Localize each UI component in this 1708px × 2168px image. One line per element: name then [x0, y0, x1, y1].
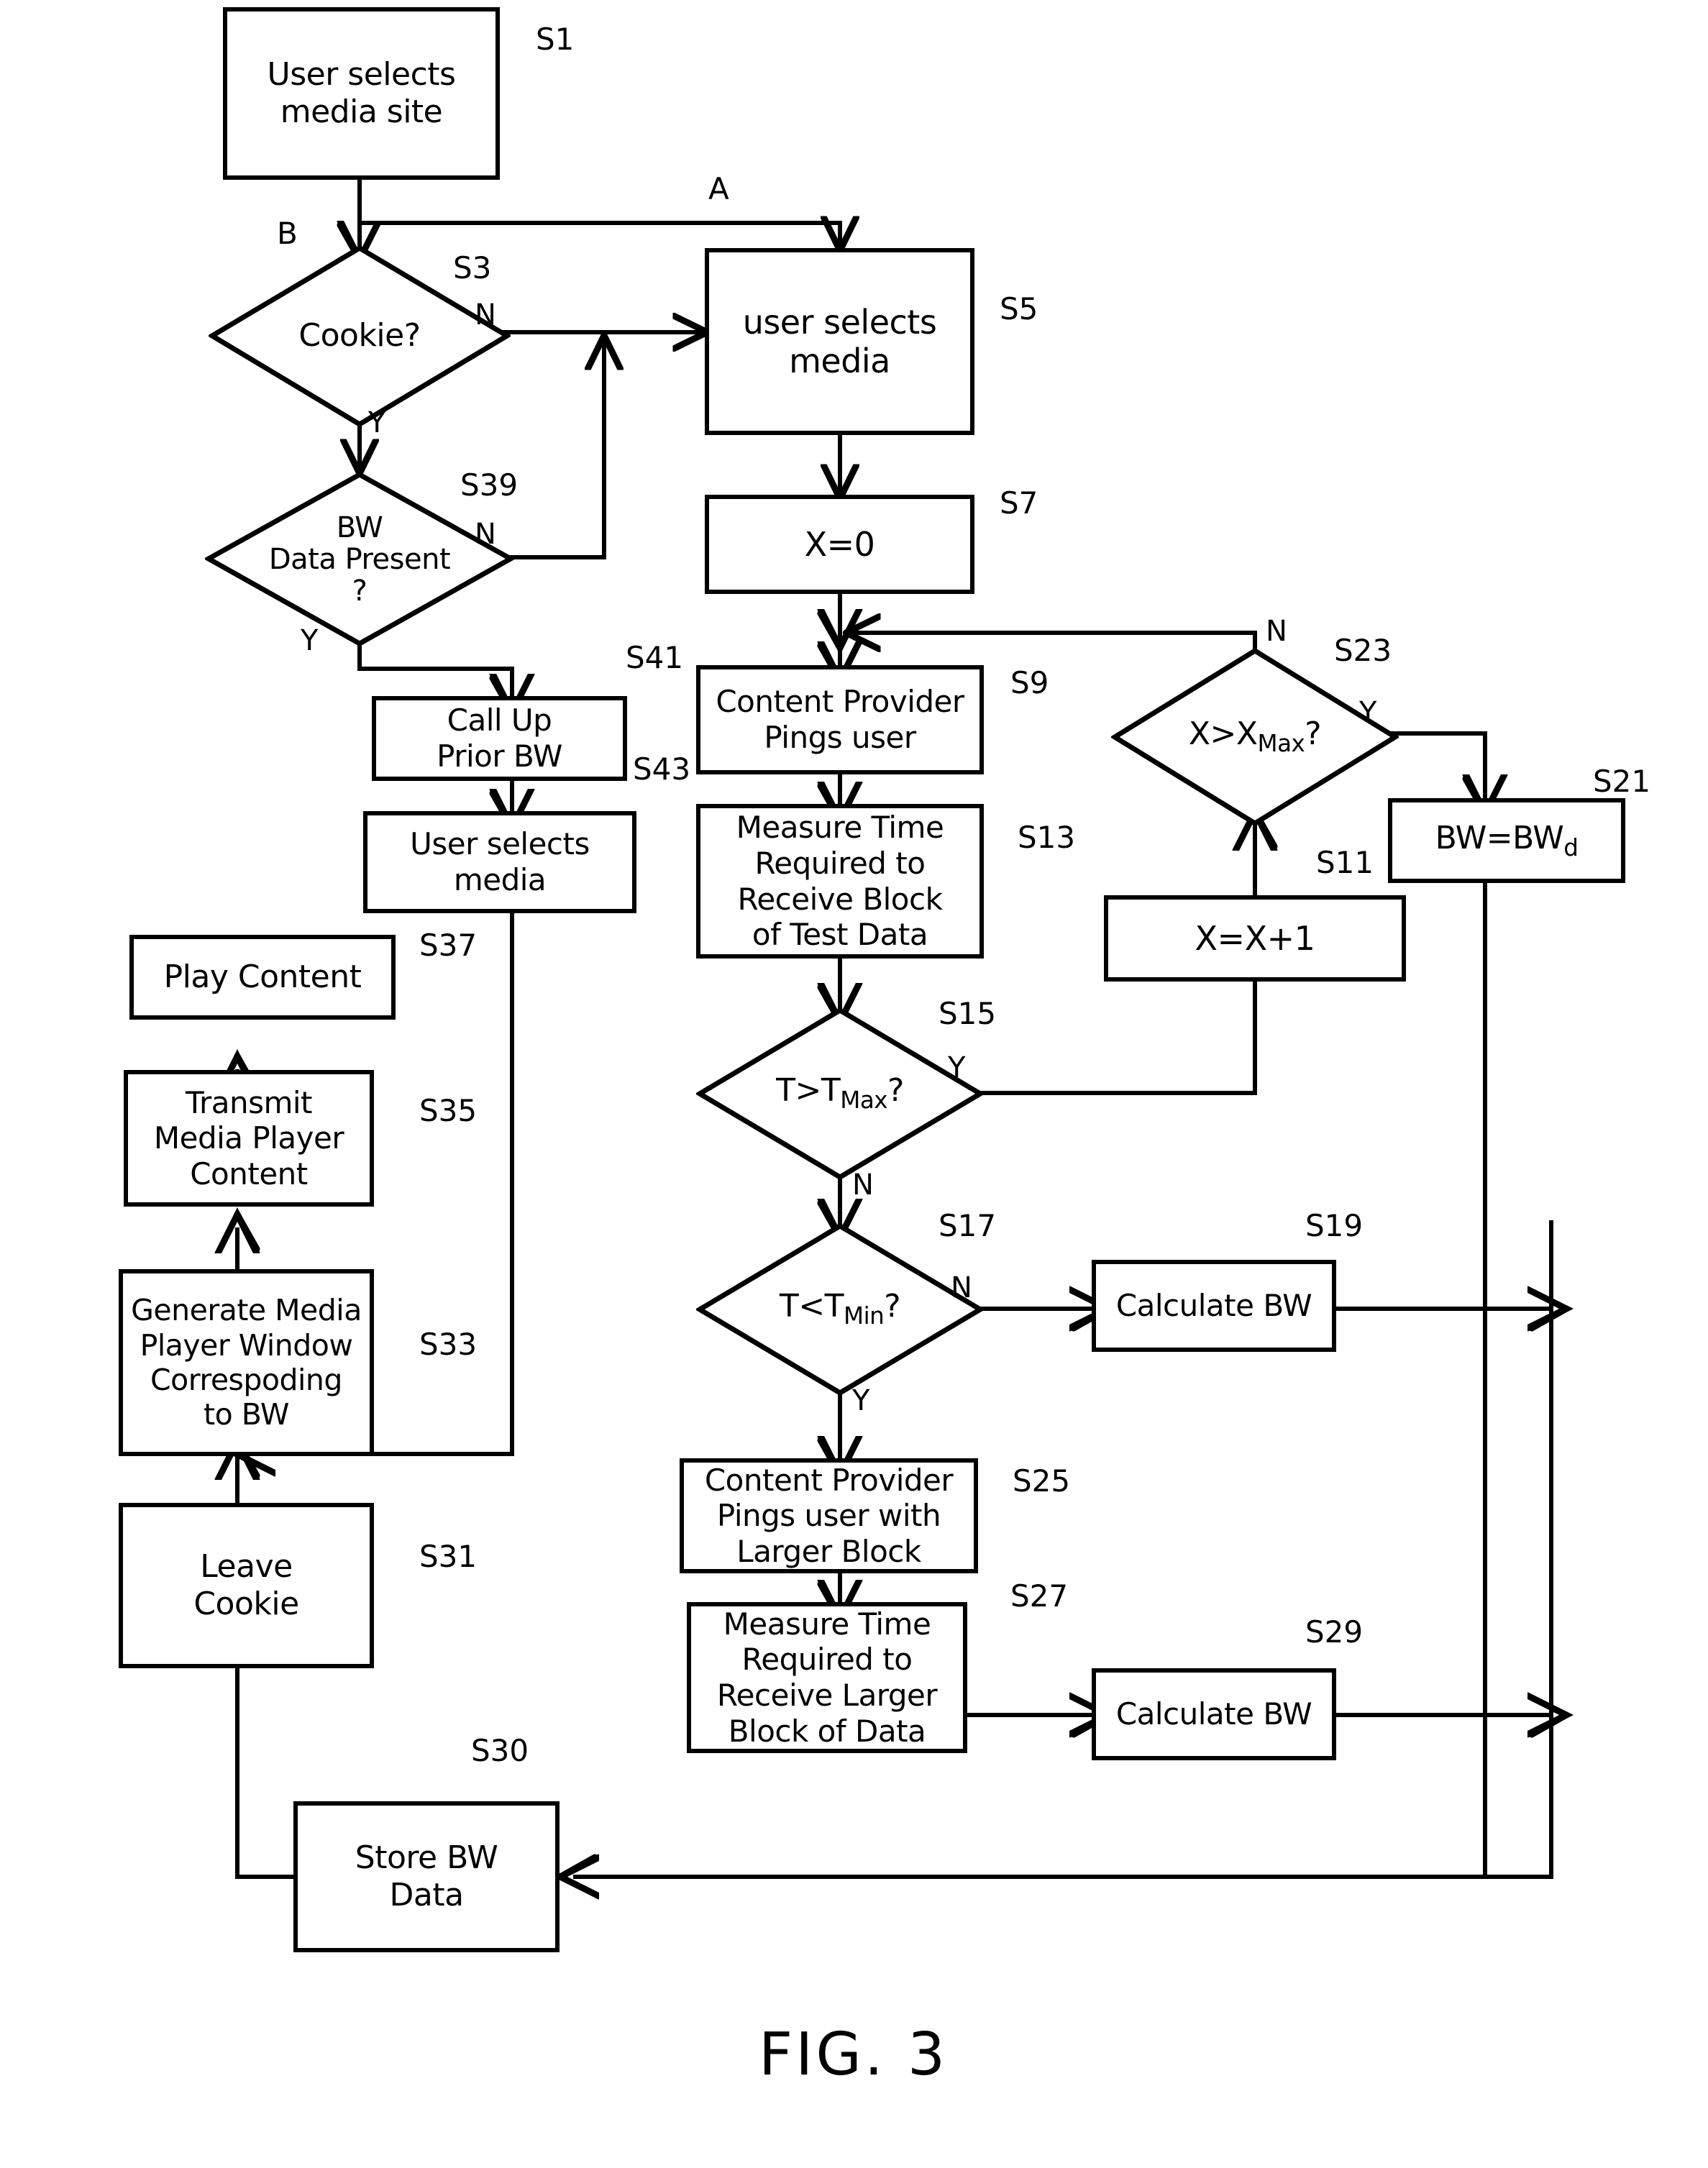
branch-label-S39-yes: Y	[301, 624, 319, 657]
ref-S37: S37	[419, 928, 478, 963]
ref-S9: S9	[1010, 665, 1049, 700]
node-S30-label: Store BW Data	[355, 1839, 498, 1913]
ref-S25: S25	[1013, 1463, 1071, 1499]
figure-canvas: User selects media site S1 Cookie? S3 BW…	[0, 0, 1708, 2168]
node-S27-label: Measure Time Required to Receive Larger …	[716, 1606, 938, 1749]
node-S33: Generate Media Player Window Correspodin…	[119, 1269, 374, 1456]
figure-caption: FIG. 3	[759, 2021, 949, 2089]
node-S31-label: Leave Cookie	[193, 1548, 299, 1622]
branch-label-S15-no: N	[852, 1168, 874, 1202]
node-S15: T>TMax?	[696, 1007, 984, 1181]
ref-S15: S15	[939, 996, 997, 1031]
node-S29-label: Calculate BW	[1115, 1696, 1312, 1732]
ref-S3: S3	[453, 250, 492, 285]
ref-S29: S29	[1305, 1614, 1364, 1650]
node-S27: Measure Time Required to Receive Larger …	[687, 1602, 967, 1753]
node-S1: User selects media site	[223, 7, 500, 180]
node-S17-label: T<TMin?	[779, 1288, 901, 1330]
node-S5: user selects media	[705, 248, 974, 435]
node-S31: Leave Cookie	[119, 1503, 374, 1668]
node-S30: Store BW Data	[293, 1801, 560, 1952]
node-S21: BW=BWd	[1388, 798, 1625, 883]
node-S43: User selects media	[363, 811, 636, 913]
node-S3-label: Cookie?	[298, 317, 421, 355]
ref-S1: S1	[536, 22, 575, 57]
branch-label-S17-yes: Y	[852, 1384, 870, 1417]
ref-S5: S5	[1000, 291, 1038, 326]
ref-S39: S39	[460, 467, 519, 503]
ref-S19: S19	[1305, 1208, 1364, 1243]
ref-S43: S43	[633, 751, 691, 787]
node-S11: X=X+1	[1104, 895, 1406, 982]
node-S37-label: Play Content	[163, 959, 362, 996]
node-S19-label: Calculate BW	[1115, 1288, 1312, 1324]
node-S43-label: User selects media	[410, 826, 590, 897]
branch-label-S3-yes: Y	[368, 406, 386, 439]
node-S13: Measure Time Required to Receive Block o…	[696, 804, 984, 959]
branch-label-S23-yes: Y	[1359, 696, 1377, 729]
node-S23-label: X>XMax?	[1188, 715, 1322, 757]
node-S9: Content Provider Pings user	[696, 665, 984, 774]
node-S13-label: Measure Time Required to Receive Block o…	[736, 810, 944, 953]
node-S7: X=0	[705, 495, 974, 594]
ref-S27: S27	[1010, 1578, 1069, 1614]
node-S5-label: user selects media	[742, 302, 937, 380]
ref-S11: S11	[1316, 845, 1374, 880]
node-S37: Play Content	[129, 935, 396, 1020]
node-S19: Calculate BW	[1092, 1260, 1336, 1352]
connector-label-A: A	[708, 171, 729, 206]
node-S1-label: User selects media site	[267, 56, 456, 130]
node-S39-label: BW Data Present ?	[268, 511, 451, 608]
branch-label-S15-yes: Y	[948, 1051, 966, 1084]
node-S25: Content Provider Pings user with Larger …	[680, 1458, 978, 1573]
node-S23: X>XMax?	[1111, 647, 1399, 827]
ref-S31: S31	[419, 1539, 478, 1574]
node-S33-label: Generate Media Player Window Correspodin…	[131, 1293, 362, 1432]
ref-S17: S17	[939, 1208, 997, 1243]
connector-label-B: B	[277, 216, 298, 251]
node-S17: T<TMin?	[696, 1222, 984, 1396]
ref-S13: S13	[1018, 820, 1076, 855]
branch-label-S39-no: N	[475, 518, 496, 551]
node-S41-label: Call Up Prior BW	[437, 703, 562, 774]
node-S35-label: Transmit Media Player Content	[153, 1084, 344, 1192]
node-S15-label: T>TMax?	[776, 1072, 904, 1114]
branch-label-S23-no: N	[1266, 615, 1287, 648]
node-S29: Calculate BW	[1092, 1668, 1336, 1760]
node-S7-label: X=0	[804, 524, 875, 564]
node-S25-label: Content Provider Pings user with Larger …	[704, 1462, 954, 1569]
ref-S7: S7	[1000, 485, 1038, 521]
ref-S21: S21	[1593, 764, 1651, 799]
node-S11-label: X=X+1	[1195, 918, 1315, 958]
node-S9-label: Content Provider Pings user	[716, 684, 964, 755]
node-S41: Call Up Prior BW	[372, 696, 627, 781]
ref-S35: S35	[419, 1093, 478, 1128]
ref-S23: S23	[1334, 633, 1392, 668]
branch-label-S3-no: N	[475, 298, 496, 331]
ref-S30: S30	[471, 1733, 529, 1768]
node-S21-label: BW=BWd	[1435, 819, 1579, 861]
node-S35: Transmit Media Player Content	[124, 1070, 374, 1207]
ref-S33: S33	[419, 1327, 478, 1362]
ref-S41: S41	[626, 640, 684, 675]
branch-label-S17-no: N	[951, 1271, 972, 1304]
